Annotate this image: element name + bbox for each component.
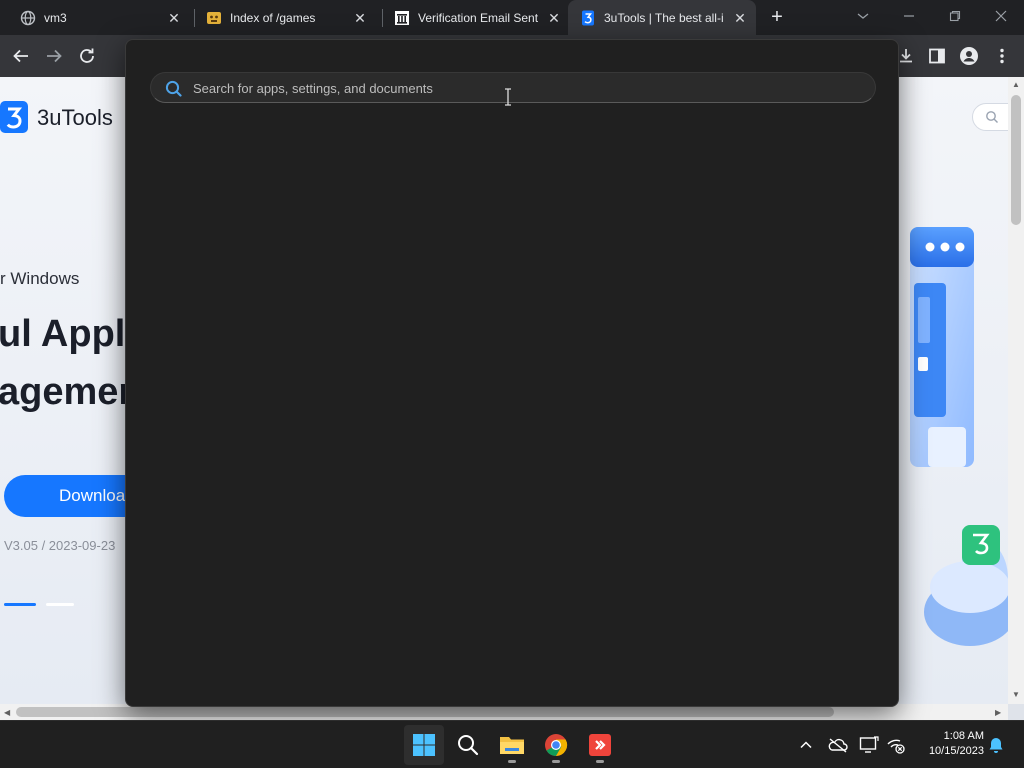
chrome-button[interactable] [536, 725, 576, 765]
scroll-down-arrow-icon[interactable]: ▼ [1012, 690, 1020, 699]
network-icon[interactable] [886, 735, 906, 755]
site-logo-text[interactable]: 3uTools [37, 105, 113, 131]
hero-subheading: r Windows [0, 269, 80, 288]
close-icon[interactable]: ✕ [732, 10, 748, 26]
minimize-icon[interactable] [886, 0, 932, 35]
file-explorer-icon [500, 737, 524, 754]
emoji-icon [206, 10, 222, 26]
onedrive-icon[interactable] [828, 735, 848, 755]
scroll-up-arrow-icon[interactable]: ▲ [1012, 80, 1020, 89]
tab-title: Index of /games [230, 10, 316, 25]
anydesk-button[interactable] [580, 725, 620, 765]
restore-icon[interactable] [932, 0, 978, 35]
tab-search-chevron-icon[interactable] [840, 0, 886, 35]
start-icon [413, 734, 435, 756]
more-options-icon[interactable] [990, 44, 1014, 68]
tab-title: Verification Email Sent [418, 10, 539, 25]
search-icon [458, 735, 479, 756]
chrome-icon [545, 734, 568, 757]
taskbar: 1:08 AM 10/15/2023 [0, 720, 1024, 768]
display-icon[interactable] [859, 735, 879, 755]
scroll-left-arrow-icon[interactable]: ◀ [4, 708, 10, 717]
tab-title: vm3 [44, 10, 67, 25]
3utools-icon [580, 10, 596, 26]
new-tab-button[interactable]: + [766, 6, 788, 28]
text-cursor-icon [505, 88, 511, 106]
clock-date: 10/15/2023 [928, 745, 984, 757]
close-icon[interactable]: ✕ [546, 10, 562, 26]
bank-icon [394, 10, 410, 26]
clock-time: 1:08 AM [943, 730, 984, 742]
close-icon[interactable]: ✕ [166, 10, 182, 26]
close-icon[interactable]: ✕ [352, 10, 368, 26]
hero-title-line-1: ul Appl [0, 313, 126, 355]
bell-icon[interactable] [986, 735, 1006, 755]
anydesk-icon [589, 734, 611, 756]
windows-search-panel [125, 39, 899, 707]
reload-icon[interactable] [75, 44, 99, 68]
tab-3utools[interactable]: 3uTools | The best all-i ✕ [568, 0, 756, 35]
windows-search-input[interactable] [193, 77, 853, 99]
running-indicator [552, 760, 560, 763]
3utools-logo-icon [0, 101, 28, 133]
search-icon [986, 111, 998, 123]
scroll-right-arrow-icon[interactable]: ▶ [995, 708, 1001, 717]
tab-index-of-games[interactable]: Index of /games ✕ [186, 0, 376, 35]
browser-tab-strip: vm3 ✕ Index of /games ✕ Verification Ema… [0, 0, 1024, 35]
file-explorer-button[interactable] [492, 725, 532, 765]
start-button[interactable] [404, 725, 444, 765]
tab-title: 3uTools | The best all-i [604, 10, 724, 25]
hero-title-line-2: agemer [0, 371, 134, 413]
horizontal-scrollbar-thumb[interactable] [16, 707, 834, 717]
window-close-icon[interactable] [978, 0, 1024, 35]
taskbar-search-button[interactable] [448, 725, 488, 765]
windows-search-box[interactable] [150, 72, 876, 103]
vertical-scrollbar-thumb[interactable] [1011, 95, 1021, 225]
site-search-field[interactable] [972, 103, 1008, 131]
tab-vm3[interactable]: vm3 ✕ [0, 0, 190, 35]
chevron-up-icon[interactable] [796, 735, 816, 755]
side-panel-icon[interactable] [925, 44, 949, 68]
running-indicator [596, 760, 604, 763]
globe-icon [20, 10, 36, 26]
running-indicator [508, 760, 516, 763]
search-icon [165, 80, 182, 97]
carousel-indicator-active[interactable] [4, 603, 36, 606]
system-clock[interactable]: 1:08 AM 10/15/2023 [914, 729, 984, 759]
hero-illustration [910, 227, 1008, 646]
carousel-indicator[interactable] [46, 603, 74, 606]
profile-icon[interactable] [957, 44, 981, 68]
version-text: V3.05 / 2023-09-23 [4, 538, 116, 553]
forward-arrow-icon[interactable] [42, 44, 66, 68]
back-arrow-icon[interactable] [9, 44, 33, 68]
tab-verification-email[interactable]: Verification Email Sent ✕ [374, 0, 570, 35]
